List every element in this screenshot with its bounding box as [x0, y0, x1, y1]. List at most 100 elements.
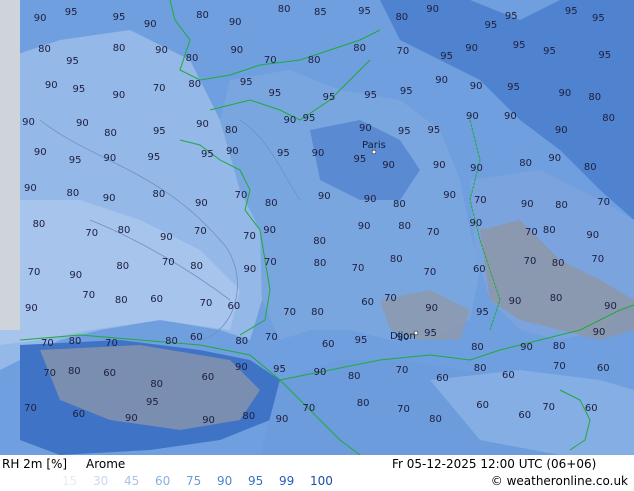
rh-value-label: 90 — [592, 327, 606, 339]
rh-value-label: 80 — [277, 4, 291, 16]
rh-value-label: 90 — [283, 115, 297, 127]
rh-value-label: 80 — [112, 43, 126, 54]
rh-value-label: 70 — [351, 262, 365, 274]
rh-value-label: 60 — [190, 331, 203, 343]
rh-value-label: 90 — [382, 159, 395, 171]
legend-value: 15 — [62, 474, 78, 488]
rh-value-label: 90 — [196, 118, 209, 130]
rh-value-label: 60 — [227, 300, 241, 312]
rh-value-label: 90 — [317, 191, 331, 203]
legend-value: 100 — [310, 474, 333, 488]
rh-value-label: 90 — [443, 189, 456, 201]
rh-value-label: 80 — [552, 340, 566, 352]
rh-value-label: 60 — [321, 338, 335, 350]
rh-value-label: 80 — [313, 235, 326, 247]
rh-value-label: 95 — [484, 20, 498, 32]
rh-value-label: 80 — [150, 378, 164, 390]
rh-value-label: 60 — [502, 370, 515, 382]
legend-value: 60 — [155, 474, 171, 488]
footer-legend-row: 15 30 45 60 75 90 95 99 100 © weatheronline.co.u… — [0, 474, 634, 491]
rh-value-label: 70 — [473, 194, 487, 206]
rh-value-label: 80 — [588, 91, 602, 103]
rh-value-label: 70 — [523, 255, 537, 267]
rh-value-label: 90 — [102, 192, 116, 204]
rh-value-label: 95 — [504, 10, 518, 22]
rh-value-label: 90 — [425, 302, 438, 314]
rh-value-label: 70 — [234, 189, 248, 201]
rh-value-label: 90 — [508, 295, 522, 307]
rh-value-label: 80 — [116, 260, 130, 272]
rh-value-label: 70 — [302, 402, 316, 414]
rh-value-label: 70 — [24, 402, 37, 414]
rh-value-label: 60 — [72, 409, 86, 421]
rh-value-label: 80 — [356, 398, 370, 410]
legend-value: 99 — [279, 474, 295, 488]
rh-value-label: 80 — [67, 365, 81, 377]
rh-value-label: 90 — [69, 270, 83, 282]
rh-value-label: 95 — [72, 83, 86, 95]
rh-value-label: 90 — [465, 42, 478, 54]
rh-value-label: 90 — [432, 159, 446, 171]
copyright[interactable]: © weatheronline.co.uk — [491, 474, 628, 488]
legend-value: 30 — [93, 474, 109, 488]
rh-value-label: 95 — [146, 397, 159, 409]
rh-value-label: 95 — [399, 86, 413, 98]
rh-value-label: 70 — [397, 403, 410, 415]
rh-value-label: 60 — [201, 372, 215, 384]
rh-value-label: 90 — [234, 362, 248, 374]
rh-value-label: 80 — [602, 113, 615, 125]
rh-value-label: 80 — [395, 11, 409, 23]
rh-value-label: 80 — [165, 336, 178, 348]
rh-value-label: 70 — [264, 332, 278, 344]
rh-value-label: 70 — [243, 230, 256, 242]
rh-value-label: 80 — [313, 258, 327, 270]
rh-value-label: 90 — [103, 152, 117, 164]
rh-value-label: 90 — [470, 163, 483, 174]
rh-value-label: 90 — [604, 300, 617, 312]
rh-value-label: 95 — [512, 40, 526, 52]
rh-value-label: 70 — [597, 197, 610, 209]
rh-value-label: 90 — [125, 412, 138, 424]
rh-value-label: 70 — [40, 338, 54, 350]
rh-value-label: 90 — [44, 80, 58, 92]
rh-value-label: 80 — [117, 225, 131, 236]
rh-value-label: 80 — [104, 128, 117, 140]
rh-value-label: 70 — [43, 367, 57, 379]
rh-value-label: 80 — [68, 335, 82, 347]
rh-value-label: 60 — [103, 367, 116, 379]
rh-value-label: 70 — [85, 227, 99, 239]
rh-value-label: 90 — [202, 414, 215, 426]
legend-value: 90 — [217, 474, 233, 488]
rh-value-label: 95 — [147, 151, 161, 163]
rh-value-label: 90 — [554, 125, 568, 137]
rh-value-label: 95 — [507, 81, 520, 93]
rh-value-label: 85 — [313, 7, 327, 19]
rh-value-label: 80 — [196, 10, 209, 22]
rh-value-label: 70 — [105, 338, 118, 350]
legend-value: 45 — [124, 474, 140, 488]
rh-value-label: 95 — [358, 5, 371, 17]
rh-value-label: 80 — [66, 187, 80, 199]
rh-value-label: 95 — [273, 364, 286, 376]
rh-value-label: 90 — [358, 123, 372, 134]
rh-value-label: 70 — [395, 365, 409, 377]
rh-value-label: 70 — [384, 293, 397, 305]
model-label: Arome — [86, 457, 126, 471]
rh-value-label: 95 — [592, 12, 605, 24]
rh-value-label: 80 — [225, 124, 238, 136]
rh-value-label: 95 — [543, 46, 556, 58]
rh-value-label: 90 — [143, 18, 157, 30]
rh-value-label: 90 — [357, 220, 371, 232]
rh-value-label: 95 — [476, 306, 489, 318]
rh-value-label: 60 — [361, 297, 374, 309]
rh-value-label: 80 — [353, 43, 367, 55]
rh-value-label: 70 — [396, 46, 410, 58]
rh-value-label: 70 — [591, 254, 605, 266]
rh-value-label: 70 — [542, 401, 556, 413]
rh-value-label: 60 — [596, 363, 610, 375]
out-of-domain-left — [0, 0, 20, 330]
rh-value-label: 70 — [27, 267, 41, 279]
rh-value-label: 90 — [311, 148, 325, 160]
rh-value-label: 90 — [503, 110, 517, 122]
footer-title-row: RH 2m [%] Arome Fr 05-12-2025 12:00 UTC … — [0, 457, 634, 474]
